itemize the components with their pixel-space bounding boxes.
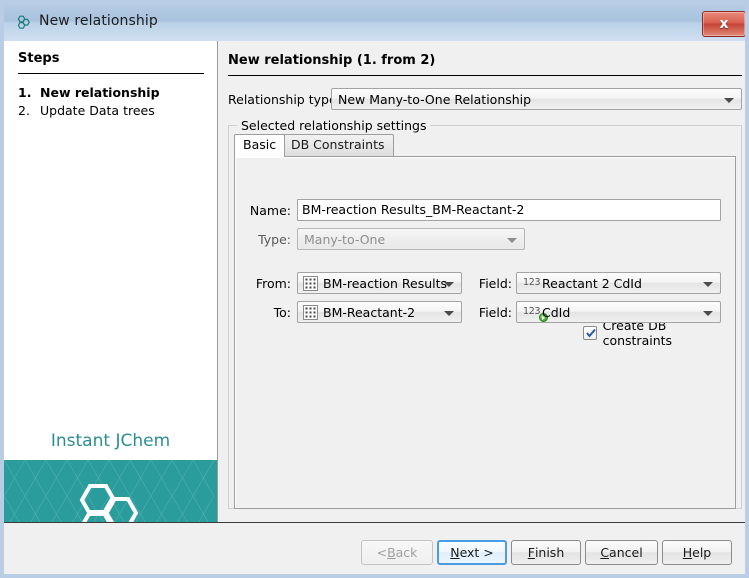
type-value: Many-to-One — [304, 232, 385, 247]
number-123-icon: 123 — [523, 277, 540, 288]
back-prefix: < — [377, 545, 387, 560]
window-title: New relationship — [39, 13, 158, 29]
check-icon — [585, 327, 597, 339]
next-suffix: ext > — [460, 545, 494, 560]
steps-divider — [18, 73, 204, 74]
to-table-select[interactable]: BM-Reactant-2 — [297, 301, 462, 323]
main-content: New relationship (1. from 2) Relationshi… — [219, 41, 749, 522]
next-mnemonic: N — [450, 545, 459, 560]
to-field-label: Field: — [472, 305, 512, 320]
chevron-down-icon — [724, 98, 734, 103]
group-legend: Selected relationship settings — [237, 118, 430, 133]
tab-basic[interactable]: Basic — [234, 134, 285, 157]
help-mnemonic: H — [683, 545, 692, 560]
steps-heading: Steps — [18, 51, 59, 66]
type-select: Many-to-One — [297, 228, 525, 250]
step-number: 1. — [18, 85, 40, 100]
chevron-down-icon — [703, 282, 713, 287]
brand-name: Instant JChem — [4, 431, 217, 451]
step-label: Update Data trees — [40, 103, 155, 118]
help-button[interactable]: Help — [662, 540, 732, 565]
new-relationship-dialog: New relationship x Steps 1.New relations… — [0, 0, 749, 578]
to-table-value: BM-Reactant-2 — [323, 305, 415, 320]
from-field-label: Field: — [472, 276, 512, 291]
from-table-value: BM-reaction Results — [323, 276, 447, 291]
cancel-mnemonic: C — [600, 545, 609, 560]
relationship-type-select[interactable]: New Many-to-One Relationship — [331, 88, 742, 110]
chevron-down-icon — [444, 282, 454, 287]
relationship-type-label: Relationship type: — [228, 92, 341, 107]
tab-db-constraints[interactable]: DB Constraints — [282, 134, 394, 156]
close-icon: x — [703, 12, 745, 36]
from-field-value: Reactant 2 CdId — [542, 276, 642, 291]
back-button[interactable]: < Back — [361, 540, 433, 565]
title-bar: New relationship x — [4, 4, 749, 41]
basic-tab-panel: Name: BM-reaction Results_BM-Reactant-2 … — [234, 156, 736, 509]
name-input[interactable]: BM-reaction Results_BM-Reactant-2 — [297, 199, 721, 221]
page-title-divider — [228, 75, 742, 76]
step-number: 2. — [18, 103, 40, 118]
table-grid-icon — [303, 305, 318, 320]
steps-panel: Steps 1.New relationship 2.Update Data t… — [4, 41, 218, 522]
to-field-select[interactable]: 123 CdId — [516, 301, 721, 323]
finish-button[interactable]: Finish — [511, 540, 581, 565]
chevron-down-icon — [444, 311, 454, 316]
chevron-down-icon — [507, 238, 517, 243]
chevron-down-icon — [703, 311, 713, 316]
finish-mnemonic: F — [528, 545, 535, 560]
type-label: Type: — [243, 232, 291, 247]
next-button[interactable]: Next > — [437, 540, 507, 565]
button-bar: < Back Next > Finish Cancel Help — [4, 523, 745, 574]
checkbox-box — [583, 326, 597, 340]
to-field-value: CdId — [542, 305, 570, 320]
page-title: New relationship (1. from 2) — [228, 53, 435, 68]
from-label: From: — [243, 276, 291, 291]
to-label: To: — [243, 305, 291, 320]
back-suffix: ack — [396, 545, 418, 560]
relationship-type-value: New Many-to-One Relationship — [338, 92, 531, 107]
settings-tabstrip: Basic DB Constraints — [234, 134, 736, 156]
finish-suffix: inish — [535, 545, 564, 560]
table-grid-icon — [303, 276, 318, 291]
back-mnemonic: B — [387, 545, 396, 560]
step-item-2: 2.Update Data trees — [18, 103, 155, 118]
jchem-hexagon-icon — [15, 14, 32, 31]
step-item-1: 1.New relationship — [18, 85, 160, 100]
from-field-select[interactable]: 123 Reactant 2 CdId — [516, 272, 721, 294]
help-suffix: elp — [692, 545, 711, 560]
step-label: New relationship — [40, 85, 160, 100]
cancel-suffix: ancel — [609, 545, 643, 560]
cancel-button[interactable]: Cancel — [585, 540, 658, 565]
close-button[interactable]: x — [702, 11, 746, 37]
number-123-key-icon: 123 — [523, 306, 540, 317]
name-label: Name: — [243, 203, 291, 218]
from-table-select[interactable]: BM-reaction Results — [297, 272, 462, 294]
